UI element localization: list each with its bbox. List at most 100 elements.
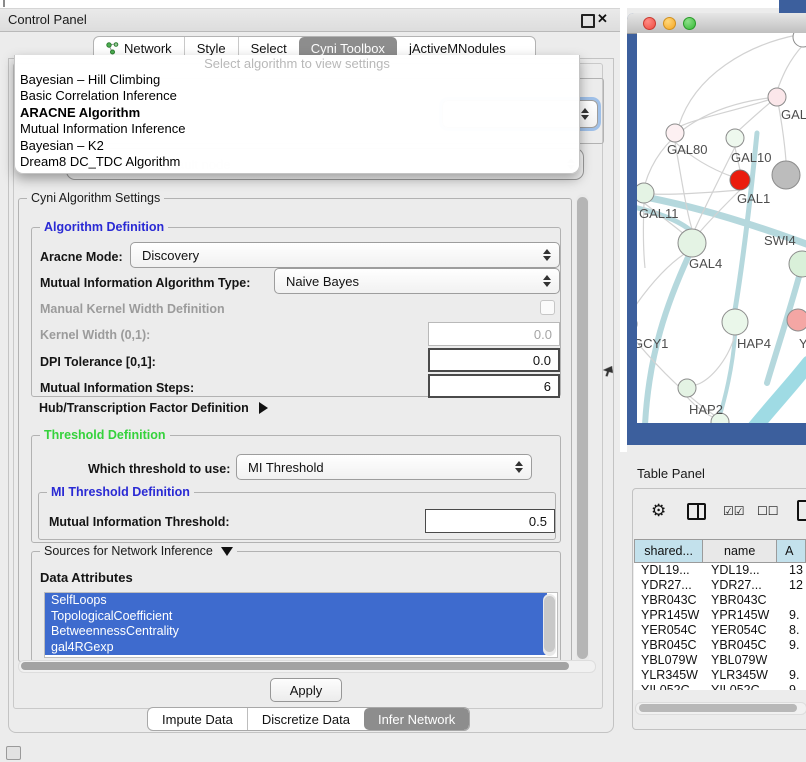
node-SWI4[interactable] [789, 251, 806, 277]
cell: YBL079W [707, 653, 785, 668]
table-header-row: shared... name A [634, 539, 806, 563]
algorithm-option-selected[interactable]: ARACNE Algorithm [15, 105, 579, 121]
node-label: GAL1 [737, 191, 770, 206]
mi-steps-value: 6 [544, 379, 551, 394]
network-canvas[interactable]: GAL GAL80 GAL10 GAL1 GAL11 SWI4 GAL4 GCY… [637, 33, 806, 423]
deselect-all-checkboxes-icon[interactable]: ☐☐ [757, 504, 779, 518]
settings-horizontal-scrollbar-thumb[interactable] [21, 662, 569, 670]
column-header-name[interactable]: name [703, 539, 777, 563]
node-GAL10[interactable] [726, 129, 744, 147]
node-GAL4[interactable] [678, 229, 706, 257]
cell: YBR043C [707, 593, 785, 608]
gear-icon[interactable]: ⚙ [651, 502, 666, 519]
list-item[interactable]: SelfLoops [45, 593, 547, 609]
node-HAP2[interactable] [678, 379, 696, 397]
node-gray[interactable] [772, 161, 800, 189]
cell: YPR145W [634, 608, 707, 623]
tab-jactivemnodules-label: jActiveMNodules [409, 41, 506, 56]
desktop-gap [620, 0, 627, 452]
float-window-icon[interactable] [581, 14, 595, 28]
algorithm-definition-title: Algorithm Definition [40, 220, 168, 234]
network-window-titlebar[interactable] [627, 13, 806, 34]
hub-definition-toggle[interactable]: Hub/Transcription Factor Definition [39, 401, 268, 415]
column-layout-icon[interactable] [687, 503, 706, 520]
algorithm-option[interactable]: Mutual Information Inference [15, 121, 579, 137]
list-item[interactable]: gal4RGexp [45, 640, 547, 656]
table-row[interactable]: YER054CYER054C8. [634, 623, 806, 638]
table-row[interactable]: YBR045CYBR045C9. [634, 638, 806, 653]
node-HAP4[interactable] [722, 309, 748, 335]
settings-horizontal-scrollbar[interactable] [18, 660, 596, 673]
settings-vertical-scrollbar[interactable] [576, 194, 589, 664]
aracne-mode-select[interactable]: Discovery [130, 242, 560, 268]
document-icon[interactable] [797, 500, 806, 521]
zoom-traffic-light-icon[interactable] [683, 17, 696, 30]
algorithm-definition-group: Algorithm Definition Aracne Mode: Discov… [31, 227, 561, 397]
node[interactable] [793, 33, 806, 47]
algorithm-option[interactable]: Dream8 DC_TDC Algorithm [15, 154, 579, 170]
mi-type-select[interactable]: Naive Bayes [274, 268, 560, 294]
table-row[interactable]: YBR043CYBR043C [634, 593, 806, 608]
tab-discretize-data[interactable]: Discretize Data [247, 708, 364, 730]
table-row[interactable]: YBL079WYBL079W [634, 653, 806, 668]
node-Y[interactable] [787, 309, 806, 331]
table-row[interactable]: YLR345WYLR345W9. [634, 668, 806, 683]
chevron-down-icon[interactable] [221, 547, 233, 556]
cell: YIL052C [707, 683, 785, 690]
aracne-mode-label: Aracne Mode: [40, 250, 123, 264]
list-item[interactable]: BetweennessCentrality [45, 624, 547, 640]
threshold-definition-title: Threshold Definition [40, 428, 170, 442]
node-GAL11[interactable] [637, 183, 654, 203]
tab-infer-network[interactable]: Infer Network [364, 708, 469, 730]
table-horizontal-scrollbar-thumb[interactable] [639, 704, 797, 712]
algorithm-dropdown-popup: Select algorithm to view settings Bayesi… [14, 55, 580, 174]
algorithm-option[interactable]: Bayesian – K2 [15, 138, 579, 154]
cell: 13 [785, 563, 803, 578]
tab-infer-network-label: Infer Network [378, 712, 455, 727]
close-icon[interactable]: ✕ [597, 11, 608, 27]
algorithm-option[interactable]: Basic Correlation Inference [15, 88, 579, 104]
cell: YDR27... [634, 578, 707, 593]
minimize-traffic-light-icon[interactable] [663, 17, 676, 30]
node-label: GCY1 [637, 336, 668, 351]
select-all-checkboxes-icon[interactable]: ☑☑ [723, 504, 745, 518]
node-GAL80[interactable] [666, 124, 684, 142]
mi-type-label: Mutual Information Algorithm Type: [40, 276, 250, 290]
which-threshold-select[interactable]: MI Threshold [236, 454, 532, 480]
mi-threshold-field[interactable]: 0.5 [425, 509, 555, 533]
table-horizontal-scrollbar[interactable] [635, 702, 806, 715]
combo-arrows-icon [581, 108, 589, 120]
apply-button[interactable]: Apply [270, 678, 342, 702]
cell: YIL052C [634, 683, 707, 690]
algorithm-option[interactable]: Bayesian – Hill Climbing [15, 72, 579, 88]
tab-impute-data[interactable]: Impute Data [148, 708, 247, 730]
list-item[interactable]: TopologicalCoefficient [45, 609, 547, 625]
data-attributes-list[interactable]: SelfLoops TopologicalCoefficient Between… [44, 592, 558, 658]
cell: YER054C [707, 623, 785, 638]
column-header-shared-name[interactable]: shared... [634, 539, 703, 563]
dpi-tolerance-field[interactable]: 0.0 [428, 348, 560, 372]
table-row[interactable]: YIL052CYIL052C9. [634, 683, 806, 690]
table-row[interactable]: YDL19...YDL19...13 [634, 563, 806, 578]
network-view-window[interactable]: GAL GAL80 GAL10 GAL1 GAL11 SWI4 GAL4 GCY… [627, 13, 806, 445]
kernel-width-field[interactable]: 0.0 [428, 322, 560, 346]
hub-definition-label: Hub/Transcription Factor Definition [39, 401, 249, 415]
mi-steps-field[interactable]: 6 [428, 374, 560, 398]
panel-tab-mark [3, 0, 5, 7]
table-row[interactable]: YDR27...YDR27...12 [634, 578, 806, 593]
mi-threshold-group-title: MI Threshold Definition [47, 485, 194, 499]
manual-kernel-checkbox[interactable] [540, 300, 555, 315]
node-GAL1[interactable] [730, 170, 750, 190]
cell: YDR27... [707, 578, 785, 593]
combo-arrows-icon [515, 461, 523, 473]
collapsed-panel-icon[interactable] [6, 746, 21, 760]
list-scrollbar[interactable] [543, 594, 556, 656]
list-scrollbar-thumb[interactable] [544, 596, 555, 652]
node-GAL[interactable] [768, 88, 786, 106]
column-header-partial[interactable]: A [777, 539, 806, 563]
tab-impute-data-label: Impute Data [162, 712, 233, 727]
close-traffic-light-icon[interactable] [643, 17, 656, 30]
kernel-width-value: 0.0 [534, 327, 552, 342]
settings-vertical-scrollbar-thumb[interactable] [577, 197, 588, 659]
table-row[interactable]: YPR145WYPR145W9. [634, 608, 806, 623]
